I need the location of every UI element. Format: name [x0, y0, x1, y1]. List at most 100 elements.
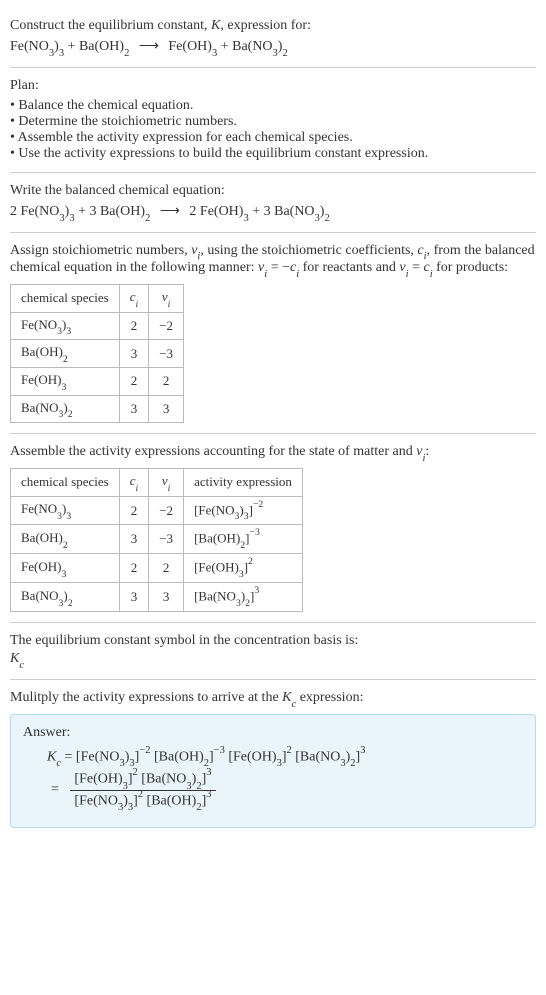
multiply-line: Mulitply the activity expressions to arr…: [10, 690, 536, 708]
nu-eq2: ν: [399, 260, 405, 275]
arrow-icon: ⟶: [154, 204, 186, 219]
species-feoh3: Fe(OH)3: [200, 204, 249, 219]
c-sub: i: [424, 251, 427, 262]
cell-species: Fe(NO3)3: [11, 496, 120, 525]
nu-symbol: ν: [416, 444, 422, 459]
K-sub: c: [19, 660, 24, 671]
species-bano32: Ba(NO3)2: [274, 204, 330, 219]
activity-section: Assemble the activity expressions accoun…: [10, 434, 536, 623]
activity-intro: Assemble the activity expressions accoun…: [10, 444, 536, 462]
plus-4: +: [252, 204, 263, 219]
nu-eq-sub: i: [264, 269, 267, 280]
species-baoh2: Ba(OH)2: [79, 39, 129, 54]
stoich-text: , using the stoichiometric coefficients,: [200, 243, 417, 258]
fraction: [Fe(OH)3]2 [Ba(NO3)2]3 [Fe(NO3)3]2 [Ba(O…: [70, 769, 215, 811]
species-feno3: Fe(NO3)3: [10, 39, 64, 54]
table-row: Ba(NO3)2 3 3: [11, 395, 184, 423]
col-species: chemical species: [11, 468, 120, 496]
table-row: Ba(OH)2 3 −3 [Ba(OH)2]−3: [11, 525, 303, 554]
eq2-mid: =: [409, 260, 424, 275]
col-nu: νi: [149, 468, 184, 496]
K-letter: K: [47, 749, 56, 764]
plan-item: Assemble the activity expression for eac…: [10, 130, 536, 146]
table-row: Fe(NO3)3 2 −2 [Fe(NO3)3]−2: [11, 496, 303, 525]
species-feoh3: Fe(OH)3: [168, 39, 217, 54]
cell-nu: 3: [149, 583, 184, 612]
coef-3: 2: [189, 204, 200, 219]
cell-c: 3: [119, 340, 149, 368]
cell-nu: −2: [149, 496, 184, 525]
col-c: ci: [119, 285, 149, 313]
cell-c: 2: [119, 367, 149, 395]
stoich-text: Assign stoichiometric numbers,: [10, 243, 191, 258]
plus-2: +: [221, 39, 232, 54]
prompt-line-1: Construct the equilibrium constant, K, e…: [10, 18, 536, 34]
pow: −2: [139, 745, 150, 756]
table-row: Ba(NO3)2 3 3 [Ba(NO3)2]3: [11, 583, 303, 612]
cell-nu: −3: [149, 525, 184, 554]
nu-sub: i: [423, 453, 426, 464]
multiply-text-b: expression:: [296, 690, 363, 705]
cell-nu: −3: [149, 340, 184, 368]
col-c: ci: [119, 468, 149, 496]
K-sub: c: [292, 699, 297, 710]
stoich-section: Assign stoichiometric numbers, νi, using…: [10, 233, 536, 435]
col-activity: activity expression: [184, 468, 303, 496]
pow: 3: [360, 745, 365, 756]
plan-section: Plan: Balance the chemical equation. Det…: [10, 68, 536, 173]
cell-species: Ba(NO3)2: [11, 583, 120, 612]
plus-1: +: [68, 39, 79, 54]
cell-nu: −2: [149, 312, 184, 340]
cell-species: Ba(NO3)2: [11, 395, 120, 423]
coef-4: 3: [264, 204, 275, 219]
table-header-row: chemical species ci νi: [11, 285, 184, 313]
arrow-icon: ⟶: [133, 39, 165, 54]
cell-species: Fe(NO3)3: [11, 312, 120, 340]
cell-expr: [Fe(OH)3]2: [184, 554, 303, 583]
cell-c: 2: [119, 554, 149, 583]
cell-nu: 2: [149, 554, 184, 583]
balanced-equation: 2 Fe(NO3)3 + 3 Ba(OH)2 ⟶ 2 Fe(OH)3 + 3 B…: [10, 203, 536, 222]
pow: −3: [214, 745, 225, 756]
equals: =: [61, 749, 76, 764]
table-row: Ba(OH)2 3 −3: [11, 340, 184, 368]
cell-c: 3: [119, 583, 149, 612]
cell-expr: [Ba(NO3)2]3: [184, 583, 303, 612]
stoich-table: chemical species ci νi Fe(NO3)3 2 −2 Ba(…: [10, 284, 184, 423]
answer-label: Answer:: [23, 725, 523, 741]
stoich-intro: Assign stoichiometric numbers, νi, using…: [10, 243, 536, 279]
table-header-row: chemical species ci νi activity expressi…: [11, 468, 303, 496]
cell-expr: [Fe(NO3)3]−2: [184, 496, 303, 525]
cell-species: Fe(OH)3: [11, 554, 120, 583]
balanced-section: Write the balanced chemical equation: 2 …: [10, 173, 536, 233]
plan-list: Balance the chemical equation. Determine…: [10, 98, 536, 162]
table-row: Fe(OH)3 2 2 [Fe(OH)3]2: [11, 554, 303, 583]
eq-mid: = −: [267, 260, 290, 275]
c-eq2: c: [423, 260, 429, 275]
stoich-text: for products:: [433, 260, 508, 275]
plan-item: Determine the stoichiometric numbers.: [10, 114, 536, 130]
K-letter: K: [10, 651, 19, 666]
plus-3: +: [78, 204, 89, 219]
prompt-text-a: Construct the equilibrium constant,: [10, 18, 211, 33]
prompt-text-b: , expression for:: [220, 18, 311, 33]
answer-box: Answer: Kc = [Fe(NO3)3]−2 [Ba(OH)2]−3 [F…: [10, 714, 536, 828]
stoich-text: for reactants and: [299, 260, 399, 275]
cell-c: 2: [119, 496, 149, 525]
K-sub: c: [56, 758, 61, 769]
symbol-line: The equilibrium constant symbol in the c…: [10, 633, 536, 649]
c-symbol: c: [417, 243, 423, 258]
pow: 2: [286, 745, 291, 756]
plan-title: Plan:: [10, 78, 536, 94]
answer-line-2: = [Fe(OH)3]2 [Ba(NO3)2]3 [Fe(NO3)3]2 [Ba…: [23, 769, 523, 811]
activity-table: chemical species ci νi activity expressi…: [10, 468, 303, 612]
fraction-numerator: [Fe(OH)3]2 [Ba(NO3)2]3: [70, 769, 215, 790]
cell-nu: 2: [149, 367, 184, 395]
c-eq-sub: i: [296, 269, 299, 280]
symbol-section: The equilibrium constant symbol in the c…: [10, 623, 536, 680]
multiply-section: Mulitply the activity expressions to arr…: [10, 680, 536, 838]
nu-eq2-sub: i: [406, 269, 409, 280]
species-bano32: Ba(NO3)2: [232, 39, 288, 54]
coef-2: 3: [89, 204, 100, 219]
cell-nu: 3: [149, 395, 184, 423]
